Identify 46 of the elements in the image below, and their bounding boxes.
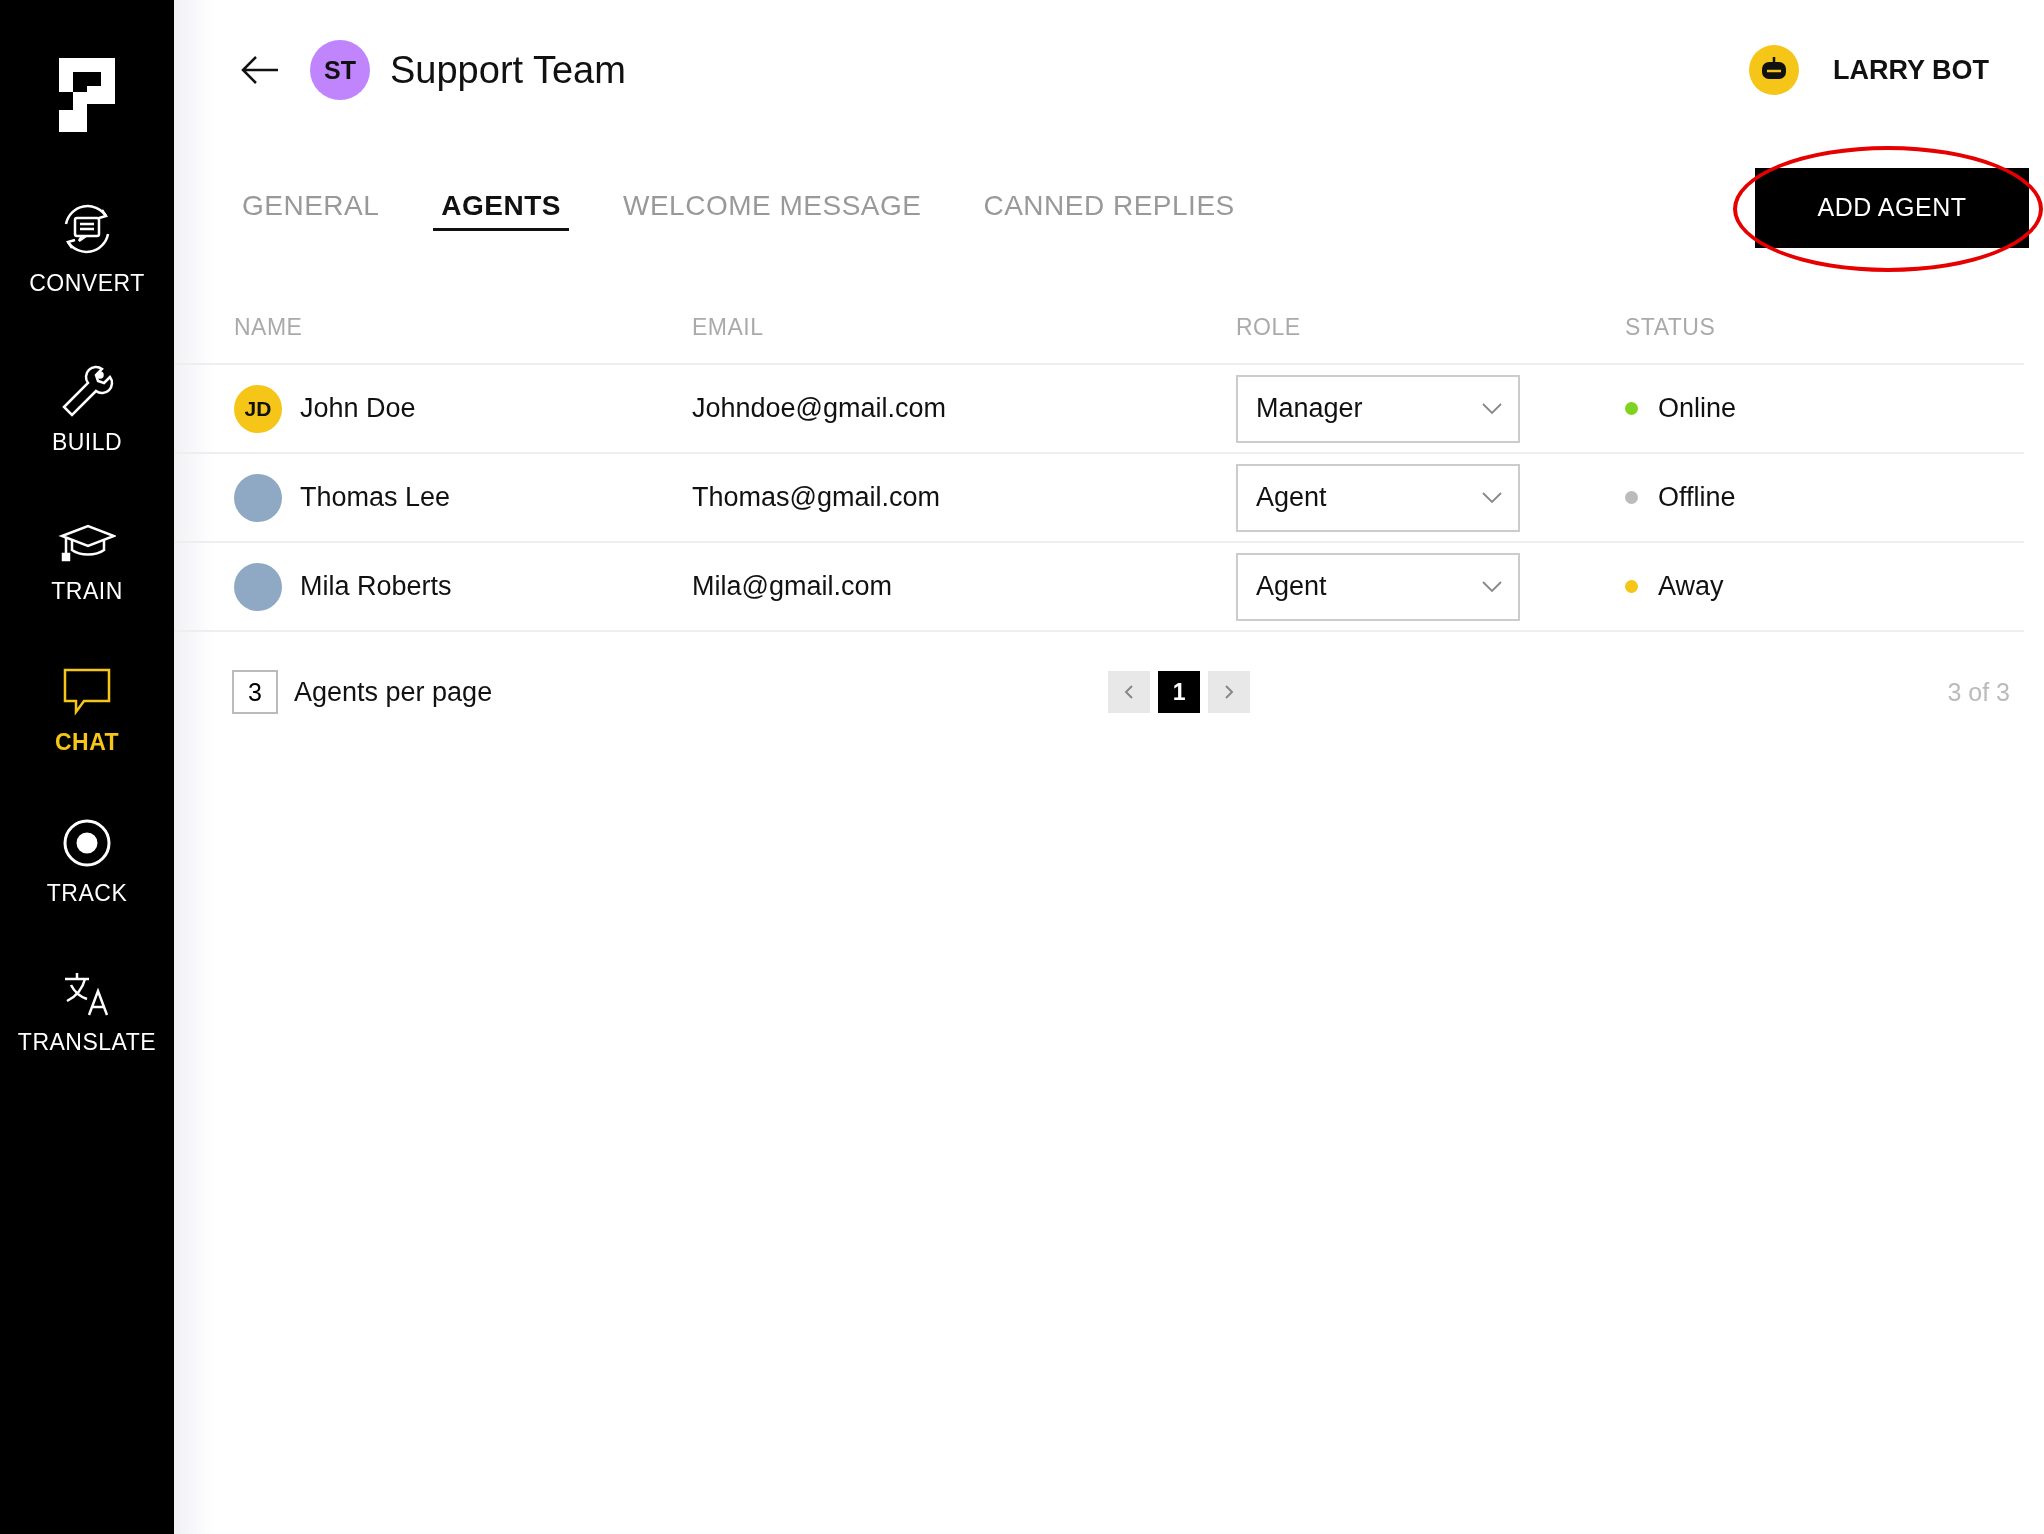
photo-placeholder: [234, 473, 282, 522]
bot-name: LARRY BOT: [1833, 54, 1989, 86]
agent-name: Mila Roberts: [300, 571, 452, 602]
chevron-down-icon: [1482, 580, 1502, 593]
photo-placeholder: [234, 562, 282, 611]
chevron-down-icon: [1482, 491, 1502, 504]
page-button[interactable]: 1: [1158, 671, 1201, 713]
agent-status: Away: [1658, 571, 1724, 602]
initials-avatar: JD: [234, 384, 282, 433]
tab[interactable]: AGENTS: [433, 184, 569, 231]
add-agent-button[interactable]: ADD AGENT: [1755, 167, 2029, 248]
role-dropdown[interactable]: Manager: [1236, 374, 1520, 443]
nav-item[interactable]: CHAT: [54, 667, 120, 756]
agent-name: Thomas Lee: [300, 482, 451, 513]
nav-item[interactable]: TRACK: [46, 818, 128, 907]
agent-name: John Doe: [300, 393, 416, 424]
role-dropdown[interactable]: Agent: [1236, 463, 1520, 532]
chevron-down-icon: [1482, 402, 1502, 415]
role-dropdown[interactable]: Agent: [1236, 552, 1520, 621]
agent-email: Thomas@gmail.com: [692, 482, 941, 513]
column-header: ROLE: [1236, 312, 1302, 341]
nav-item[interactable]: BUILD: [51, 359, 123, 456]
logo-icon: [59, 58, 115, 132]
next-page-button[interactable]: [1208, 671, 1251, 713]
target-icon: [62, 818, 112, 868]
robot-avatar-icon: [1749, 45, 1799, 95]
column-header: EMAIL: [692, 312, 765, 341]
chevron-left-icon: [1124, 684, 1135, 700]
nav-item[interactable]: CONVERT: [29, 200, 145, 297]
column-header: STATUS: [1625, 312, 1717, 341]
agent-status: Online: [1658, 393, 1737, 424]
per-page-label: Agents per page: [294, 676, 493, 708]
team-avatar: ST: [310, 40, 370, 100]
back-arrow-icon: [240, 55, 280, 85]
nav-item[interactable]: TRAIN: [51, 518, 123, 605]
nav-item[interactable]: TRANSLATE: [17, 969, 157, 1056]
agent-status: Offline: [1658, 482, 1736, 513]
previous-page-button[interactable]: [1108, 671, 1151, 713]
agent-email: Johndoe@gmail.com: [692, 393, 948, 424]
chevron-right-icon: [1224, 684, 1235, 700]
per-page-field[interactable]: 3: [232, 670, 278, 714]
speech-bubble-icon: [62, 667, 112, 717]
agent-email: Mila@gmail.com: [692, 571, 893, 602]
page-summary: 3 of 3: [1947, 677, 2010, 707]
column-header: NAME: [234, 312, 304, 341]
page-title: Support Team: [390, 48, 626, 92]
